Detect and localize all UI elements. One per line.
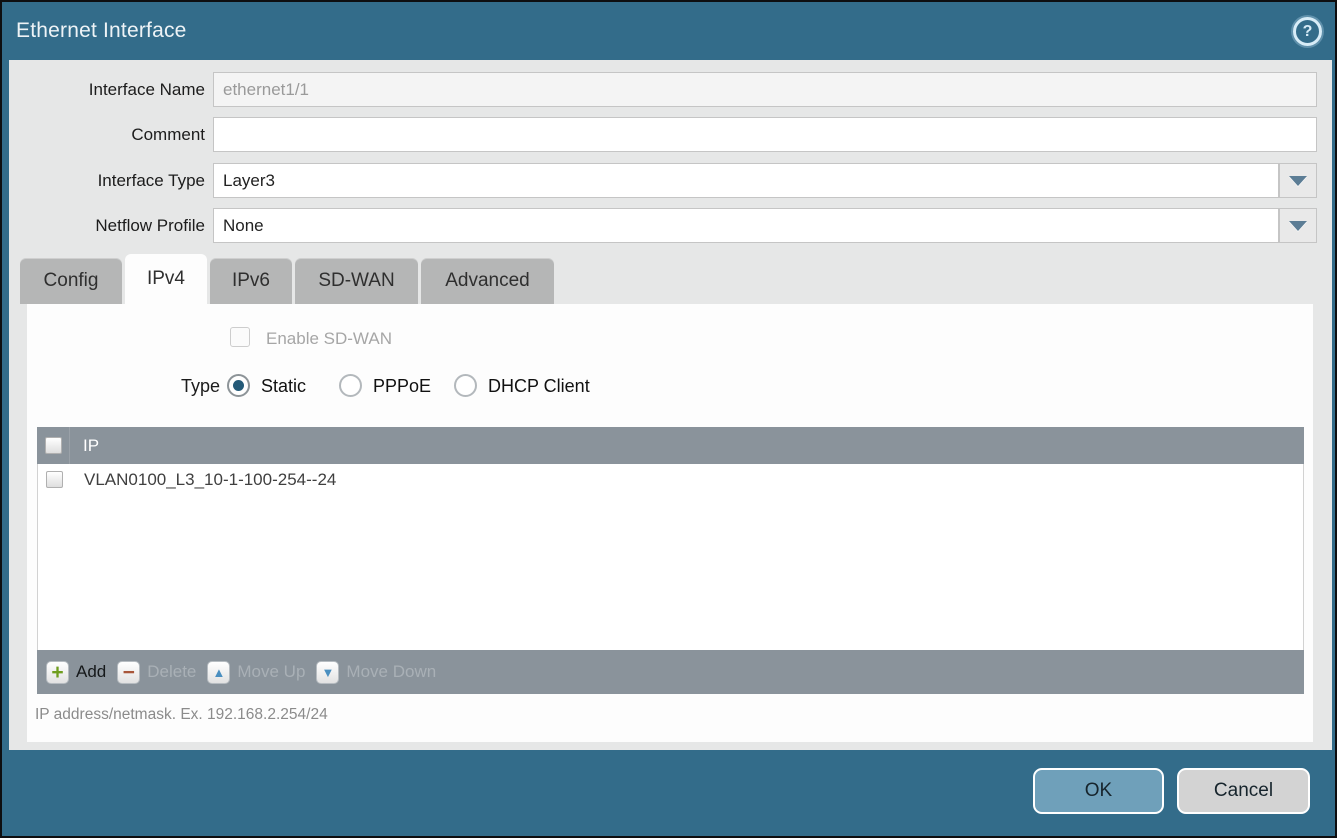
delete-button: − Delete — [117, 661, 196, 684]
radio-dhcp-client-label[interactable]: DHCP Client — [488, 375, 590, 398]
enable-sdwan-label: Enable SD-WAN — [266, 328, 392, 349]
interface-type-value[interactable]: Layer3 — [213, 163, 1279, 198]
dialog-titlebar: Ethernet Interface ? — [2, 2, 1335, 60]
comment-label: Comment — [9, 117, 205, 152]
ip-table: IP VLAN0100_L3_10-1-100-254--24 + Add — [37, 427, 1304, 694]
chevron-down-icon — [1289, 176, 1307, 186]
arrow-down-icon: ▼ — [316, 661, 339, 684]
move-down-button: ▼ Move Down — [316, 661, 436, 684]
plus-icon: + — [46, 661, 69, 684]
ip-table-body: VLAN0100_L3_10-1-100-254--24 — [37, 464, 1304, 650]
interface-type-dropdown-button[interactable] — [1279, 163, 1317, 198]
row-checkbox[interactable] — [46, 471, 63, 488]
table-row[interactable]: VLAN0100_L3_10-1-100-254--24 — [38, 464, 1303, 495]
tab-config[interactable]: Config — [20, 258, 122, 304]
ip-table-header: IP — [37, 427, 1304, 464]
ok-button[interactable]: OK — [1033, 768, 1164, 814]
radio-pppoe[interactable] — [339, 374, 362, 397]
tab-bar: Config IPv4 IPv6 SD-WAN Advanced — [20, 254, 554, 304]
netflow-profile-value[interactable]: None — [213, 208, 1279, 243]
interface-name-label: Interface Name — [9, 72, 205, 107]
type-label: Type — [145, 375, 220, 398]
help-icon[interactable]: ? — [1293, 17, 1322, 46]
interface-name-input — [213, 72, 1317, 107]
dialog-content: Interface Name Comment Interface Type La… — [9, 60, 1332, 750]
select-all-checkbox[interactable] — [45, 437, 62, 454]
add-button[interactable]: + Add — [46, 661, 106, 684]
cancel-button[interactable]: Cancel — [1177, 768, 1310, 814]
radio-pppoe-label[interactable]: PPPoE — [373, 375, 431, 398]
tab-ipv6[interactable]: IPv6 — [210, 258, 292, 304]
row-checkbox-cell — [38, 471, 71, 488]
dialog-title: Ethernet Interface — [16, 2, 187, 60]
ip-value[interactable]: VLAN0100_L3_10-1-100-254--24 — [71, 470, 336, 490]
ip-table-toolbar: + Add − Delete ▲ Move Up ▼ Move Down — [37, 650, 1304, 694]
minus-icon: − — [117, 661, 140, 684]
radio-dhcp-client[interactable] — [454, 374, 477, 397]
radio-static-label[interactable]: Static — [261, 375, 306, 398]
ethernet-interface-dialog: Ethernet Interface ? Interface Name Comm… — [0, 0, 1337, 838]
enable-sdwan-checkbox — [230, 327, 250, 347]
tab-ipv4[interactable]: IPv4 — [125, 254, 207, 304]
ip-column-header: IP — [70, 436, 99, 456]
chevron-down-icon — [1289, 221, 1307, 231]
interface-type-label: Interface Type — [9, 163, 205, 198]
add-button-label: Add — [76, 662, 106, 682]
move-down-button-label: Move Down — [346, 662, 436, 682]
header-checkbox-cell — [37, 427, 70, 464]
move-up-button: ▲ Move Up — [207, 661, 305, 684]
netflow-profile-label: Netflow Profile — [9, 208, 205, 243]
ip-format-hint: IP address/netmask. Ex. 192.168.2.254/24 — [35, 706, 328, 724]
ipv4-tab-panel: Enable SD-WAN Type Static PPPoE DHCP Cli… — [27, 304, 1313, 742]
netflow-profile-dropdown-button[interactable] — [1279, 208, 1317, 243]
delete-button-label: Delete — [147, 662, 196, 682]
move-up-button-label: Move Up — [237, 662, 305, 682]
tab-advanced[interactable]: Advanced — [421, 258, 554, 304]
arrow-up-icon: ▲ — [207, 661, 230, 684]
comment-input[interactable] — [213, 117, 1317, 152]
radio-static[interactable] — [227, 374, 250, 397]
tab-sd-wan[interactable]: SD-WAN — [295, 258, 418, 304]
